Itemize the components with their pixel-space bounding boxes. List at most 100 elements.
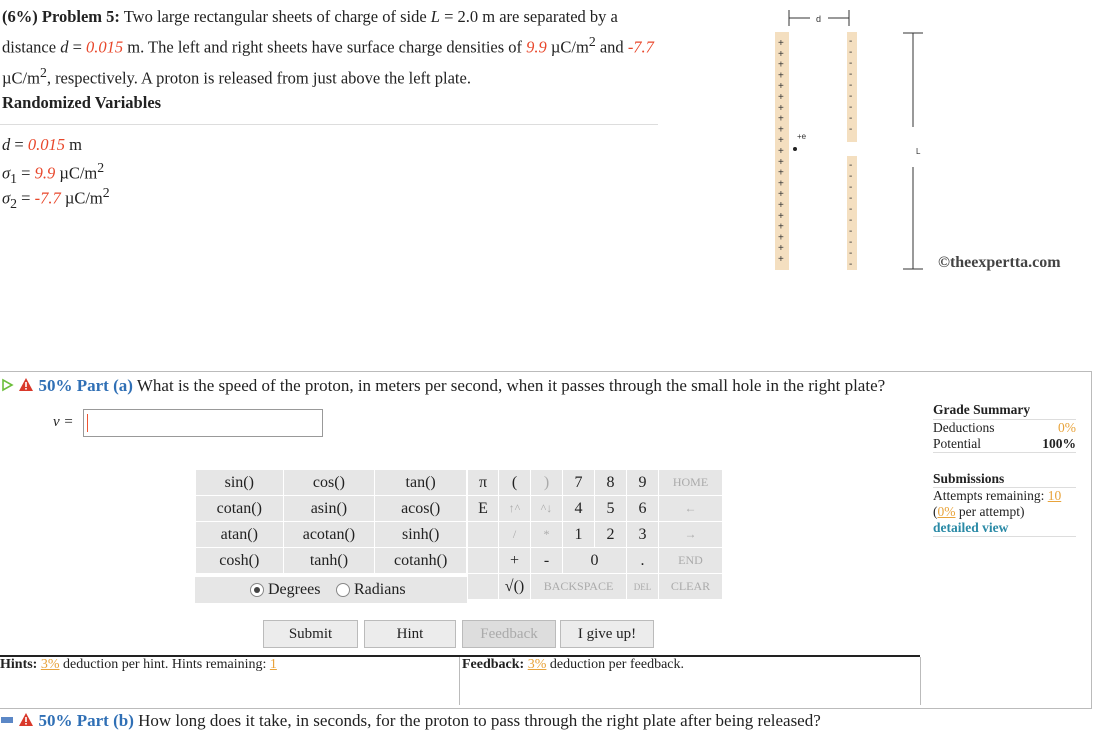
plus-charge: + bbox=[778, 146, 784, 157]
hints-info: Hints: 3% deduction per hint. Hints rema… bbox=[0, 657, 277, 673]
part-a-percent: 50% Part (a) bbox=[38, 376, 133, 395]
del-key[interactable]: DEL bbox=[626, 573, 659, 600]
asin-key[interactable]: asin() bbox=[282, 495, 376, 522]
minus-charge: - bbox=[849, 204, 852, 215]
up-caret-key[interactable]: ↑^ bbox=[498, 495, 531, 522]
grade-summary: Grade Summary Deductions 0% Potential 100% bbox=[933, 402, 1076, 453]
submit-button[interactable]: Submit bbox=[263, 620, 358, 648]
tan-key[interactable]: tan() bbox=[374, 469, 467, 496]
collapse-icon[interactable] bbox=[0, 713, 14, 727]
radians-radio[interactable] bbox=[336, 583, 350, 598]
sigma2-value: -7.7 bbox=[627, 37, 654, 57]
plus-charge: + bbox=[778, 92, 784, 103]
answer-variable-label: v = bbox=[53, 414, 74, 430]
blank-key bbox=[467, 547, 499, 574]
back-arrow-key[interactable]: ← bbox=[658, 495, 723, 522]
minus-charge: - bbox=[849, 91, 852, 102]
radians-option[interactable]: Radians bbox=[336, 581, 406, 599]
key-7[interactable]: 7 bbox=[562, 469, 595, 496]
end-key[interactable]: END bbox=[658, 547, 723, 574]
plus-charge: + bbox=[778, 232, 784, 243]
lparen-key[interactable]: ( bbox=[498, 469, 531, 496]
equals: = bbox=[21, 188, 31, 208]
cos-key[interactable]: cos() bbox=[282, 469, 376, 496]
plus-key[interactable]: + bbox=[498, 547, 531, 574]
feedback-label: Feedback: bbox=[462, 657, 525, 672]
sigma1-value: 9.9 bbox=[526, 37, 547, 57]
sin-key[interactable]: sin() bbox=[195, 469, 284, 496]
equals: = bbox=[21, 163, 31, 183]
warning-icon bbox=[19, 378, 34, 391]
submissions-title: Submissions bbox=[933, 471, 1005, 486]
forward-arrow-key[interactable]: → bbox=[658, 521, 723, 548]
acotan-key[interactable]: acotan() bbox=[282, 521, 376, 548]
feedback-text: deduction per feedback. bbox=[549, 657, 684, 672]
key-2[interactable]: 2 bbox=[594, 521, 627, 548]
submissions-summary: Submissions Attempts remaining: 10 (0% p… bbox=[933, 471, 1076, 537]
clear-key[interactable]: CLEAR bbox=[658, 573, 723, 600]
var-unit: m bbox=[69, 135, 82, 154]
key-4[interactable]: 4 bbox=[562, 495, 595, 522]
plus-charge: + bbox=[778, 124, 784, 135]
e-key[interactable]: E bbox=[467, 495, 499, 522]
pi-key[interactable]: π bbox=[467, 469, 499, 496]
feedback-button[interactable]: Feedback bbox=[462, 620, 556, 648]
cosh-key[interactable]: cosh() bbox=[195, 547, 284, 574]
divider bbox=[0, 124, 658, 125]
minus-charge: - bbox=[849, 259, 852, 270]
backspace-key[interactable]: BACKSPACE bbox=[530, 573, 627, 600]
key-0[interactable]: 0 bbox=[562, 547, 627, 574]
minus-charge: - bbox=[849, 113, 852, 124]
multiply-key[interactable]: * bbox=[530, 521, 563, 548]
sinh-key[interactable]: sinh() bbox=[374, 521, 467, 548]
answer-input[interactable] bbox=[83, 409, 323, 437]
hint-button[interactable]: Hint bbox=[364, 620, 456, 648]
atan-key[interactable]: atan() bbox=[195, 521, 284, 548]
var-symbol: σ bbox=[2, 188, 11, 208]
give-up-button[interactable]: I give up! bbox=[560, 620, 654, 648]
expand-arrow-icon[interactable] bbox=[0, 378, 14, 392]
cotanh-key[interactable]: cotanh() bbox=[374, 547, 467, 574]
plus-charge: + bbox=[778, 189, 784, 200]
part-b-question: How long does it take, in seconds, for t… bbox=[138, 711, 821, 730]
home-key[interactable]: HOME bbox=[658, 469, 723, 496]
key-6[interactable]: 6 bbox=[626, 495, 659, 522]
subscript: 1 bbox=[10, 170, 18, 186]
plus-charge: + bbox=[778, 114, 784, 125]
key-5[interactable]: 5 bbox=[594, 495, 627, 522]
minus-charge: - bbox=[849, 193, 852, 204]
plus-charge: + bbox=[778, 178, 784, 189]
tanh-key[interactable]: tanh() bbox=[282, 547, 376, 574]
key-3[interactable]: 3 bbox=[626, 521, 659, 548]
divide-key[interactable]: / bbox=[498, 521, 531, 548]
plus-charge: + bbox=[778, 70, 784, 81]
blank-key bbox=[467, 521, 499, 548]
minus-charge: - bbox=[849, 102, 852, 113]
acos-key[interactable]: acos() bbox=[374, 495, 467, 522]
key-9[interactable]: 9 bbox=[626, 469, 659, 496]
minus-charge: - bbox=[849, 36, 852, 47]
key-1[interactable]: 1 bbox=[562, 521, 595, 548]
minus-key[interactable]: - bbox=[530, 547, 563, 574]
d-symbol: d bbox=[60, 37, 69, 57]
L-symbol: L bbox=[430, 7, 440, 26]
key-8[interactable]: 8 bbox=[594, 469, 627, 496]
degrees-option[interactable]: Degrees bbox=[250, 581, 320, 599]
down-caret-key[interactable]: ^↓ bbox=[530, 495, 563, 522]
var-unit: µC/m bbox=[59, 163, 98, 183]
degrees-label: Degrees bbox=[268, 581, 321, 598]
charged-plates-figure: d +++++++++++++++++++++ ----------------… bbox=[775, 10, 923, 270]
plus-charge: + bbox=[778, 81, 784, 92]
proton-dot bbox=[793, 147, 797, 151]
cotan-key[interactable]: cotan() bbox=[195, 495, 284, 522]
hints-label: Hints: bbox=[0, 657, 38, 672]
decimal-key[interactable]: . bbox=[626, 547, 659, 574]
equals: = bbox=[14, 135, 24, 154]
hints-text: deduction per hint. Hints remaining: bbox=[63, 657, 267, 672]
minus-charge: - bbox=[849, 215, 852, 226]
rparen-key[interactable]: ) bbox=[530, 469, 563, 496]
degrees-radio[interactable] bbox=[250, 583, 264, 598]
attempts-label: Attempts remaining: bbox=[933, 488, 1045, 503]
sqrt-key[interactable]: √() bbox=[498, 573, 531, 600]
detailed-view-link[interactable]: detailed view bbox=[933, 520, 1008, 535]
